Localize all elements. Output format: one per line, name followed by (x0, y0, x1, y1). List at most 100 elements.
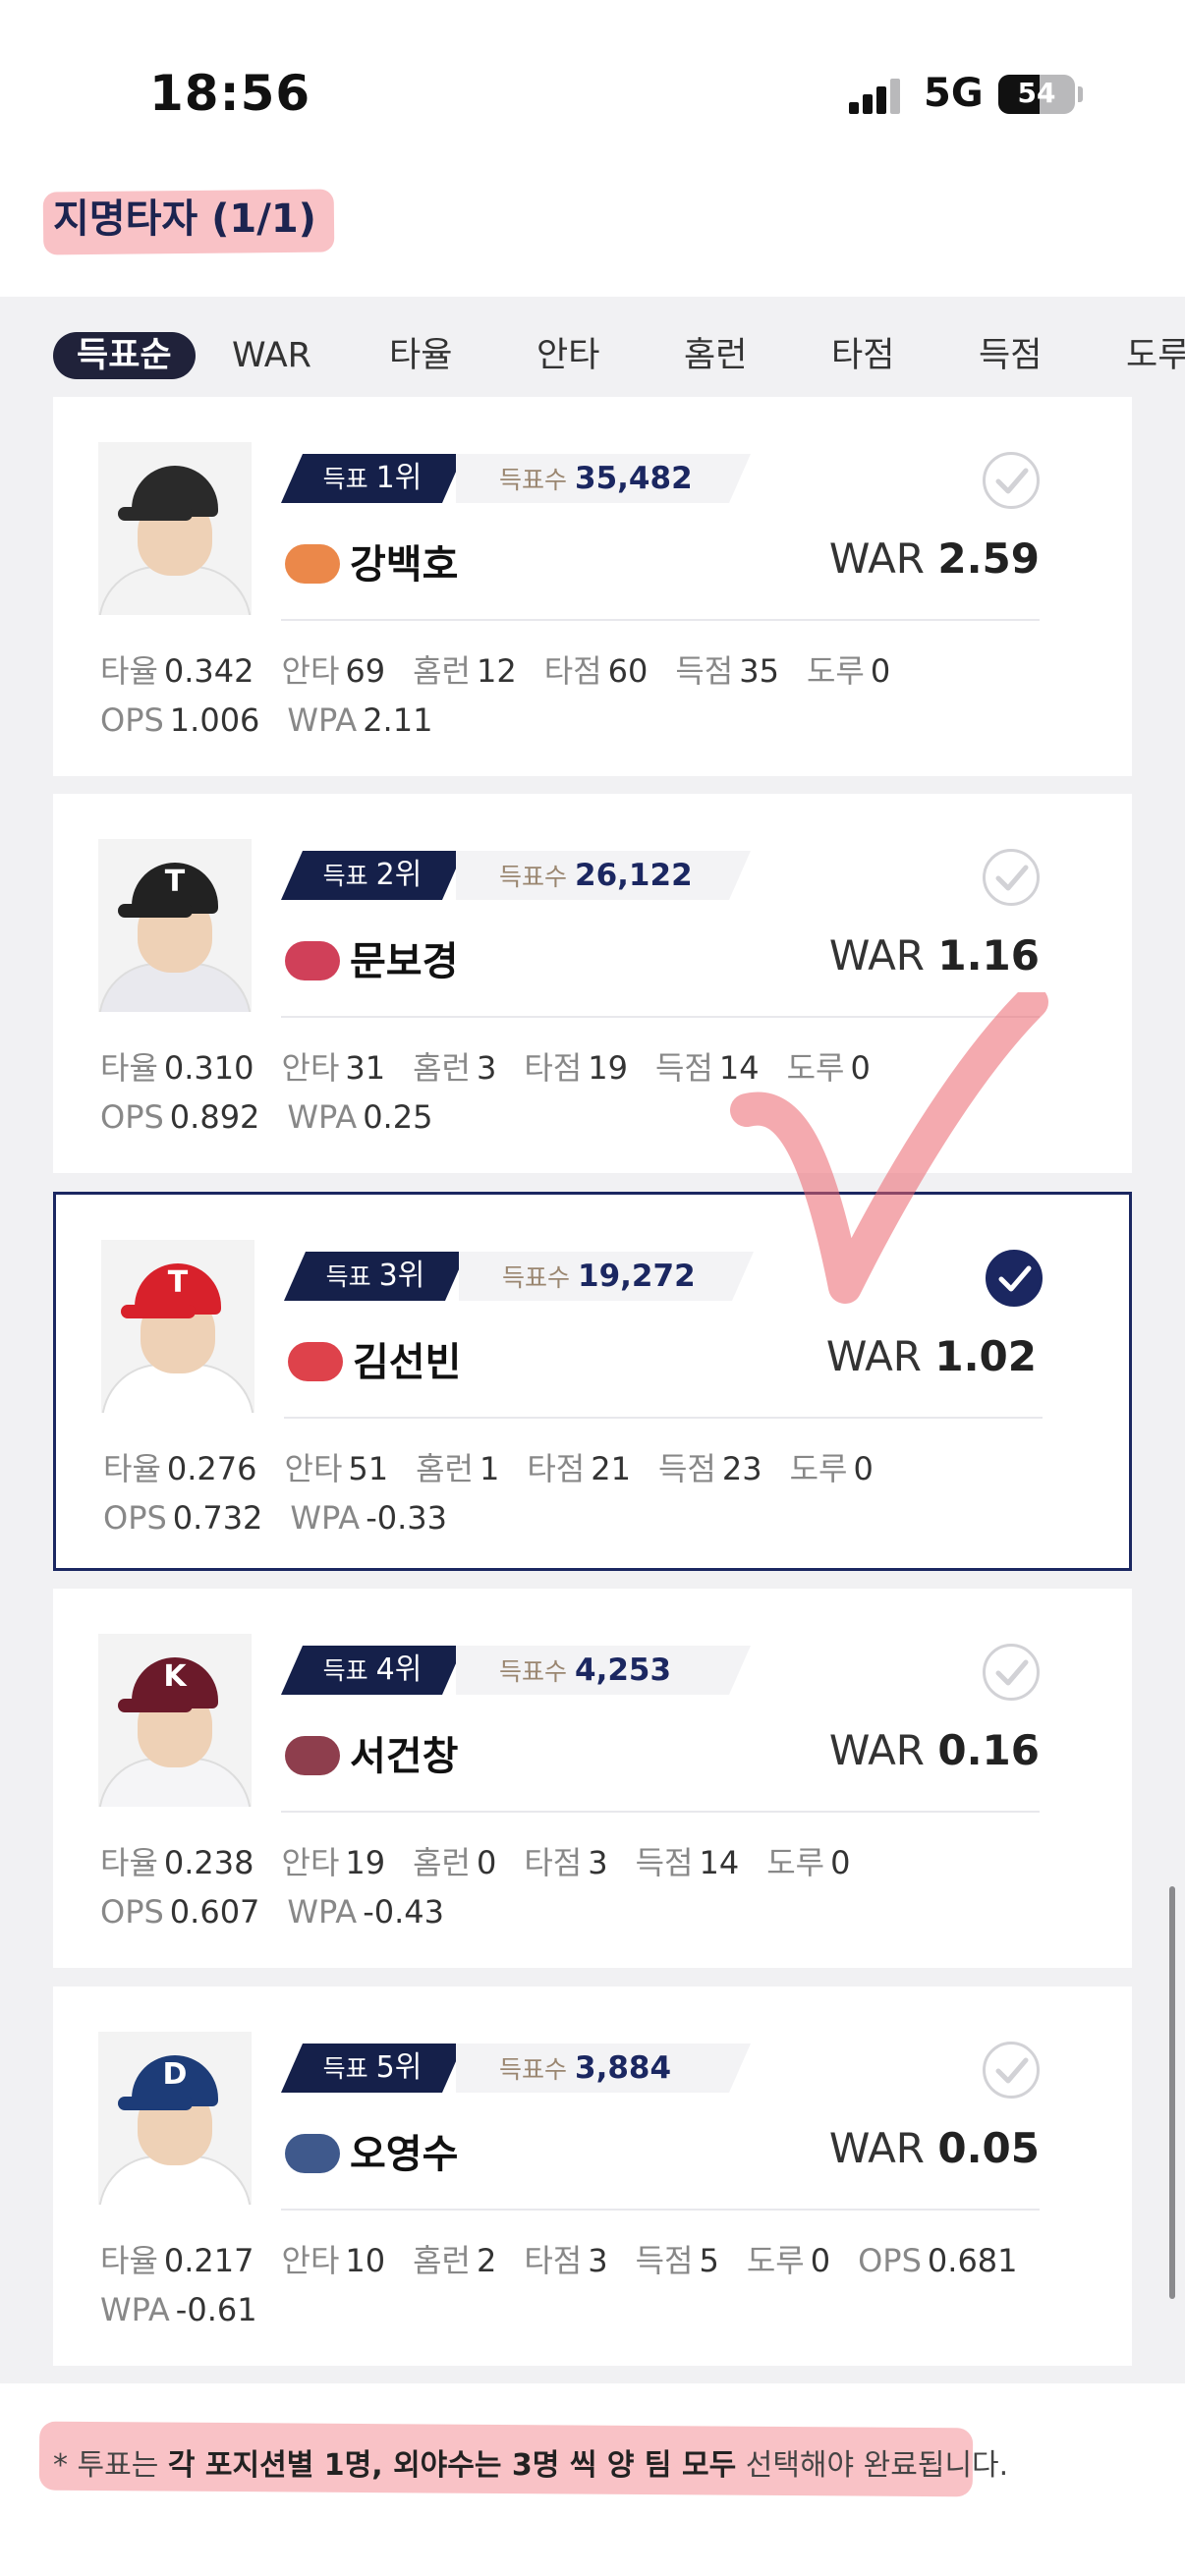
player-war: WAR 0.16 (829, 1726, 1040, 1774)
tab-war[interactable]: WAR (232, 297, 311, 395)
stats-line-2: OPS 0.732 WPA -0.33 (103, 1499, 475, 1537)
player-card[interactable]: 득표 1위 득표수 35,482 강백호 WAR 2.59 타율 0.342 안타 69 홈런 12 타… (53, 397, 1132, 776)
stat: WPA 2.11 (287, 701, 432, 739)
rank-value: 1위 (375, 461, 423, 495)
tab-rbi[interactable]: 타점 (831, 297, 894, 395)
stat: 안타 69 (282, 646, 386, 692)
tab-avg[interactable]: 타율 (389, 297, 452, 395)
stat: 타율 0.217 (100, 2236, 254, 2281)
team-logo-icon (285, 1736, 340, 1775)
tab-steals[interactable]: 도루 (1126, 297, 1185, 395)
stat-value: 0 (870, 652, 891, 690)
stat-label: WPA (100, 2291, 170, 2328)
stat-value: 0 (830, 1844, 851, 1881)
divider (281, 619, 1040, 621)
stat-value: 10 (345, 2242, 386, 2279)
battery-icon: 54 (998, 75, 1075, 114)
stat-label: 타점 (524, 1049, 583, 1087)
stat-label: WPA (290, 1499, 361, 1537)
stat: 안타 31 (282, 1043, 386, 1089)
stat: 도루 0 (766, 1838, 850, 1883)
stat: 타점 60 (544, 646, 649, 692)
tab-vote-order[interactable]: 득표순 (53, 332, 196, 379)
tab-homeruns[interactable]: 홈런 (684, 297, 747, 395)
stat-value: 1 (480, 1450, 500, 1487)
war-value: 2.59 (937, 534, 1040, 583)
vote-count: 득표수 4,253 (456, 1646, 751, 1695)
stat-label: 안타 (281, 2242, 340, 2279)
stat-value: -0.61 (175, 2291, 257, 2328)
footer: * 투표는 각 포지션별 1명, 외야수는 3명 씩 양 팀 모두 선택해야 완… (0, 2383, 1185, 2576)
battery-level: 54 (1017, 77, 1056, 109)
stat: 득점 14 (636, 1838, 740, 1883)
footer-note: * 투표는 각 포지션별 1명, 외야수는 3명 씩 양 팀 모두 선택해야 완… (53, 2440, 1008, 2484)
stat: 도루 0 (747, 2236, 830, 2281)
stat-value: 0 (477, 1844, 497, 1881)
player-card[interactable]: K 득표 4위 득표수 4,253 서건창 WAR 0.16 타율 0.238 안타 19 홈런 0 타점… (53, 1589, 1132, 1968)
stat-label: OPS (100, 1893, 164, 1931)
player-name: 오영수 (350, 2132, 459, 2177)
status-time: 18:56 (149, 65, 311, 122)
stat-value: 19 (588, 1049, 628, 1087)
player-name: 김선빈 (353, 1340, 462, 1385)
vote-count: 득표수 3,884 (456, 2044, 751, 2093)
stat-value: 0.681 (927, 2242, 1018, 2279)
stat-label: 안타 (284, 1450, 343, 1487)
select-check-icon[interactable] (983, 2042, 1040, 2099)
scrollbar[interactable] (1169, 1886, 1175, 2299)
rank-prefix: 득표 (322, 2054, 368, 2083)
stat-label: 홈런 (413, 1049, 471, 1087)
player-photo (98, 442, 252, 615)
stat-label: 타율 (100, 2242, 158, 2279)
stat-label: 타율 (100, 1844, 158, 1881)
stat-label: WPA (287, 701, 358, 739)
stat-label: 안타 (281, 1049, 340, 1087)
stat: WPA -0.33 (290, 1499, 447, 1537)
war-value: 1.02 (934, 1332, 1037, 1380)
rank-prefix: 득표 (322, 862, 368, 890)
stat-label: 타점 (524, 2242, 583, 2279)
stat-value: 0.732 (172, 1499, 263, 1537)
stat-value: 0.892 (169, 1098, 260, 1136)
team-logo-icon (285, 544, 340, 584)
stat-value: 69 (345, 652, 386, 690)
rank-prefix: 득표 (325, 1262, 371, 1291)
stat-label: 안타 (281, 1844, 340, 1881)
vote-count-label: 득표수 (499, 863, 568, 891)
stat: 도루 0 (790, 1444, 874, 1489)
stat-value: 12 (477, 652, 517, 690)
divider (284, 1417, 1043, 1419)
war-label: WAR (828, 2124, 925, 2172)
player-card[interactable]: D 득표 5위 득표수 3,884 오영수 WAR 0.05 타율 0.217 안타 10 홈런 2 타점… (53, 1987, 1132, 2366)
stat: 타점 3 (524, 2236, 607, 2281)
stat-label: 홈런 (416, 1450, 474, 1487)
stats-line-1: 타율 0.238 안타 19 홈런 0 타점 3 득점 14 도루 0 (100, 1838, 877, 1883)
stats-line-1: 타율 0.276 안타 51 홈런 1 타점 21 득점 23 도루 0 (103, 1444, 901, 1489)
stat: OPS 0.892 (100, 1098, 259, 1136)
player-cap-brim (118, 904, 193, 918)
player-war: WAR 0.05 (829, 2124, 1040, 2172)
stat: 타율 0.342 (100, 646, 254, 692)
stat-label: 타점 (527, 1450, 586, 1487)
stats-line-2: WPA -0.61 (100, 2291, 285, 2328)
rank-badge: 득표 2위 (281, 851, 464, 900)
stat: 홈런 1 (416, 1444, 499, 1489)
stat-value: -0.33 (366, 1499, 447, 1537)
stat-label: 타율 (100, 1049, 158, 1087)
tab-hits[interactable]: 안타 (536, 297, 599, 395)
player-cap-brim (121, 1305, 196, 1318)
select-check-icon[interactable] (983, 849, 1040, 906)
player-war: WAR 1.02 (826, 1332, 1037, 1380)
war-value: 0.16 (937, 1726, 1040, 1774)
stat-label: 타율 (100, 652, 158, 690)
cap-letter: T (164, 865, 186, 899)
stat-label: OPS (103, 1499, 167, 1537)
vote-count-value: 19,272 (578, 1259, 696, 1294)
player-name: 서건창 (350, 1734, 459, 1779)
tab-runs[interactable]: 득점 (979, 297, 1042, 395)
select-check-icon[interactable] (983, 1644, 1040, 1701)
select-check-icon[interactable] (983, 452, 1040, 509)
rank-value: 2위 (375, 858, 423, 892)
stat-label: 도루 (789, 1450, 848, 1487)
stat: 안타 10 (282, 2236, 386, 2281)
